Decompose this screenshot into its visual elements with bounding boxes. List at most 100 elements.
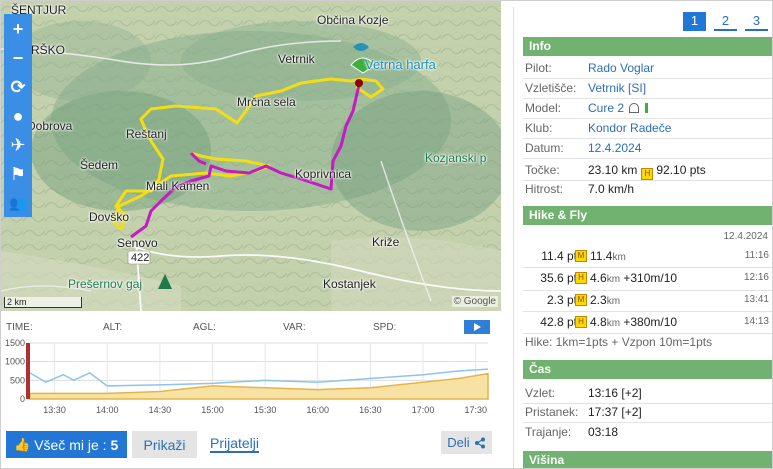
landing-key: Pristanek:: [525, 405, 579, 419]
var-label: VAR:: [283, 322, 306, 333]
show-button[interactable]: Prikaži: [132, 431, 197, 458]
share-label: Deli: [447, 435, 470, 450]
model-name[interactable]: Cure 2: [588, 101, 624, 115]
zoom-out-icon[interactable]: −: [4, 43, 32, 72]
glider-icon: [629, 103, 640, 113]
hike-row: 11.4 pts M 11.4km 11:16: [527, 247, 772, 265]
like-label: Všeč mi je :: [34, 436, 107, 453]
map-scale: 2 km: [4, 297, 82, 308]
elevation-chart[interactable]: 1500 1000 500 0 13:30 14:00 14:30 15:00 15:30 16…: [0, 337, 500, 417]
model-row: Model: Cure 2: [525, 99, 648, 117]
points-row: Točke: 23.10 km H 92.10 pts: [525, 161, 706, 180]
hike-row-desc: 4.8km +380m/10: [590, 315, 678, 329]
map-attribution: © Google: [451, 296, 498, 307]
hiker-icon: H: [575, 316, 587, 328]
hike-row: 2.3 pts M 2.3km 13:41: [527, 291, 772, 309]
map-label-senovo: Senovo: [117, 236, 158, 250]
thumbs-up-icon: 👍: [14, 436, 31, 452]
like-button[interactable]: 👍 Všeč mi je : 5: [6, 431, 127, 458]
zoom-in-icon[interactable]: +: [4, 14, 32, 43]
points-key: Točke:: [525, 163, 560, 177]
map-label-dobrova: Dobrova: [27, 119, 73, 133]
like-count: 5: [110, 436, 119, 453]
map-label-rsko: RŠKO: [31, 43, 66, 57]
pilot-key: Pilot:: [525, 61, 552, 75]
hike-icon: H: [641, 168, 654, 180]
launch-site-key: Vzletišče:: [525, 81, 577, 95]
alt-label: ALT:: [103, 322, 123, 333]
points-total: 92.10 pts: [656, 163, 706, 177]
play-button[interactable]: [464, 320, 490, 334]
hike-row: 42.8 pts H 4.8km +380m/10 14:13: [527, 313, 772, 331]
share-button[interactable]: Deli: [441, 431, 492, 454]
x-tick-label: 14:30: [149, 405, 172, 415]
map-label-mrcna-sela: Mrčna sela: [237, 95, 296, 109]
people-icon[interactable]: 👥: [4, 188, 32, 217]
launch-site-row: Vzletišče: Vetrnik [SI]: [525, 79, 646, 97]
y-tick-label: 1500: [5, 338, 25, 348]
hike-row-desc: 2.3km: [590, 293, 621, 307]
map-label-presernov-gaj: Prešernov gaj: [68, 277, 143, 291]
duration-row: Trajanje: 03:18: [525, 423, 618, 441]
rotate-icon[interactable]: ⟳: [4, 72, 32, 101]
hike-row-time: 11:16: [744, 250, 769, 261]
x-tick-label: 13:30: [43, 405, 66, 415]
map-label-krize: Križe: [372, 235, 400, 249]
y-axis-ticks: 1500 1000 500 0: [5, 338, 25, 404]
map-label-mali-kamen: Mali Kamen: [146, 179, 210, 193]
landing-value: 17:37 [+2]: [588, 405, 642, 419]
x-axis-ticks: 13:30 14:00 14:30 15:00 15:30 16:00 16:30 17:00…: [43, 405, 487, 415]
windsock-icon[interactable]: ⚑: [4, 159, 32, 188]
info-section-title: Info: [523, 37, 772, 56]
altitude-section-title: Višina: [523, 451, 772, 468]
y-tick-label: 0: [20, 394, 25, 404]
page-1-button[interactable]: 1: [683, 12, 706, 31]
hike-fly-section-title: Hike & Fly: [523, 206, 772, 225]
friends-link[interactable]: Prijatelji: [210, 436, 260, 453]
pilot-row: Pilot: Rado Voglar: [525, 59, 654, 77]
date-value[interactable]: 12.4.2024: [588, 139, 641, 157]
map-label-vetrnik: Vetrnik: [278, 52, 315, 66]
club-key: Klub:: [525, 121, 553, 135]
map-label-vetrna-harfa: Vetrna harfa: [365, 57, 436, 72]
flight-map[interactable]: ŠENTJUR RŠKO Občina Kozje Vetrnik Vetrna…: [1, 1, 501, 311]
play-icon: [474, 323, 481, 331]
current-position-marker: [26, 343, 30, 399]
pilot-value[interactable]: Rado Voglar: [588, 59, 654, 77]
speed-row: Hitrost: 7.0 km/h: [525, 180, 634, 198]
spd-label: SPD:: [373, 322, 397, 333]
club-value[interactable]: Kondor Radeče: [588, 119, 671, 137]
x-tick-label: 17:00: [412, 405, 435, 415]
road-number-422: 422: [131, 252, 150, 264]
elevation-readout: TIME: ALT: AGL: VAR: SPD:: [6, 322, 492, 336]
launch-site-value[interactable]: Vetrnik [SI]: [588, 79, 646, 97]
balloon-icon[interactable]: ●: [4, 101, 32, 130]
class-badge-icon: [644, 103, 648, 113]
hike-row-desc: 11.4km: [590, 249, 626, 263]
x-tick-label: 15:30: [254, 405, 277, 415]
chart-series: [29, 368, 489, 400]
points-distance: 23.10 km: [588, 163, 638, 177]
duration-value: 03:18: [588, 425, 619, 439]
hike-row: 35.6 pts H 4.6km +310m/10 12:16: [527, 269, 772, 287]
map-label-kozjanski: Kozjanski p: [425, 151, 487, 165]
page-2-button[interactable]: 2: [714, 12, 737, 31]
date-row: Datum: 12.4.2024: [525, 139, 641, 157]
map-label-restanj: Reštanj: [126, 127, 167, 141]
points-value: 23.10 km H 92.10 pts: [588, 161, 706, 180]
map-label-kostanjek: Kostanjek: [323, 277, 376, 291]
club-row: Klub: Kondor Radeče: [525, 119, 671, 137]
hike-date: 12.4.2024: [723, 231, 769, 242]
agl-label: AGL:: [193, 322, 216, 333]
map-label-obcina-kozje: Občina Kozje: [317, 13, 389, 27]
hike-row-desc: 4.6km +310m/10: [590, 271, 678, 285]
time-section-title: Čas: [523, 360, 772, 379]
map-toolbar: + − ⟳ ● ✈ ⚑ 👥: [4, 14, 32, 217]
y-tick-label: 1000: [5, 357, 25, 367]
x-tick-label: 16:30: [359, 405, 382, 415]
model-value: Cure 2: [588, 99, 648, 117]
hike-row-time: 13:41: [743, 294, 769, 305]
plane-icon[interactable]: ✈: [4, 130, 32, 159]
x-tick-label: 14:00: [96, 405, 119, 415]
page-3-button[interactable]: 3: [745, 12, 768, 31]
